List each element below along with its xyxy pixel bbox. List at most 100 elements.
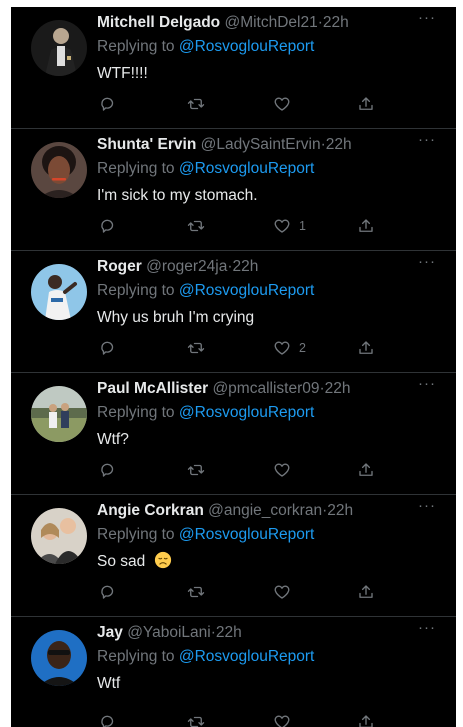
- author-handle[interactable]: @LadySaintErvin: [201, 136, 321, 153]
- share-button[interactable]: [357, 459, 375, 481]
- share-icon: [359, 463, 373, 476]
- avatar[interactable]: [31, 20, 87, 76]
- reply-button[interactable]: [99, 459, 117, 481]
- like-count: 1: [299, 219, 306, 233]
- author-handle[interactable]: @pmcallister09: [212, 380, 319, 397]
- author-name[interactable]: Mitchell Delgado: [97, 14, 220, 31]
- reply-button[interactable]: [99, 711, 117, 727]
- tweet-header: Angie Corkran @angie_corkran·22h: [97, 501, 416, 521]
- replying-to: Replying to @RosvoglouReport: [97, 281, 314, 301]
- retweet-button[interactable]: [187, 581, 205, 603]
- reply-target-link[interactable]: @RosvoglouReport: [179, 526, 315, 543]
- replying-to: Replying to @RosvoglouReport: [97, 525, 314, 545]
- tweet-text: Wtf: [97, 675, 121, 692]
- author-name[interactable]: Roger: [97, 258, 142, 275]
- reply-icon: [101, 463, 114, 477]
- timestamp[interactable]: 22h: [233, 258, 259, 275]
- more-icon[interactable]: ···: [418, 375, 436, 392]
- tweet-text-container: So sad: [97, 551, 172, 573]
- more-icon[interactable]: ···: [418, 619, 436, 636]
- like-button[interactable]: [273, 581, 299, 603]
- tweet-actions: [11, 93, 456, 117]
- author-name[interactable]: Angie Corkran: [97, 502, 204, 519]
- timestamp[interactable]: 22h: [323, 14, 349, 31]
- timestamp[interactable]: 22h: [325, 380, 351, 397]
- avatar[interactable]: [31, 508, 87, 564]
- heart-icon: [274, 585, 290, 599]
- author-name[interactable]: Shunta' Ervin: [97, 136, 196, 153]
- retweet-button[interactable]: [187, 459, 205, 481]
- retweet-icon: [187, 716, 205, 727]
- avatar[interactable]: [31, 142, 87, 198]
- reply-target-link[interactable]: @RosvoglouReport: [179, 38, 315, 55]
- replying-to-label: Replying to: [97, 38, 175, 55]
- retweet-button[interactable]: [187, 215, 205, 237]
- tweet-header: Roger @roger24ja·22h: [97, 257, 416, 277]
- share-button[interactable]: [357, 581, 375, 603]
- reply-target-link[interactable]: @RosvoglouReport: [179, 282, 315, 299]
- retweet-button[interactable]: [187, 337, 205, 359]
- like-button[interactable]: [273, 93, 299, 115]
- author-handle[interactable]: @YaboiLani: [127, 624, 211, 641]
- more-icon[interactable]: ···: [418, 131, 436, 148]
- reply-button[interactable]: [99, 337, 117, 359]
- author-handle[interactable]: @angie_corkran: [208, 502, 322, 519]
- tweet-text: Why us bruh I'm crying: [97, 309, 255, 326]
- share-button[interactable]: [357, 711, 375, 727]
- avatar[interactable]: [31, 264, 87, 320]
- like-button[interactable]: 2: [273, 337, 306, 359]
- timestamp[interactable]: 22h: [216, 624, 242, 641]
- reply-target-link[interactable]: @RosvoglouReport: [179, 160, 315, 177]
- share-icon: [359, 715, 373, 727]
- like-button[interactable]: [273, 459, 299, 481]
- share-button[interactable]: [357, 93, 375, 115]
- replying-to-label: Replying to: [97, 648, 175, 665]
- heart-icon: [274, 97, 290, 111]
- timestamp[interactable]: 22h: [326, 136, 352, 153]
- tweet[interactable]: Angie Corkran @angie_corkran·22h ··· Rep…: [11, 495, 456, 617]
- like-button[interactable]: 1: [273, 215, 306, 237]
- reply-button[interactable]: [99, 93, 117, 115]
- reply-target-link[interactable]: @RosvoglouReport: [179, 404, 315, 421]
- tweet[interactable]: Mitchell Delgado @MitchDel21·22h ··· Rep…: [11, 7, 456, 129]
- tweet-text: I'm sick to my stomach.: [97, 187, 258, 204]
- share-button[interactable]: [357, 337, 375, 359]
- more-icon[interactable]: ···: [418, 497, 436, 514]
- tweet-text: So sad: [97, 553, 146, 570]
- retweet-icon: [187, 586, 205, 598]
- retweet-icon: [187, 464, 205, 476]
- replying-to-label: Replying to: [97, 282, 175, 299]
- heart-icon: [274, 219, 290, 233]
- share-icon: [359, 219, 373, 232]
- retweet-button[interactable]: [187, 711, 205, 727]
- like-count: 2: [299, 341, 306, 355]
- author-name[interactable]: Paul McAllister: [97, 380, 208, 397]
- more-icon[interactable]: ···: [418, 253, 436, 270]
- timestamp[interactable]: 22h: [327, 502, 353, 519]
- heart-icon: [274, 463, 290, 477]
- retweet-icon: [187, 98, 205, 110]
- share-button[interactable]: [357, 215, 375, 237]
- tweet[interactable]: Shunta' Ervin @LadySaintErvin·22h ··· Re…: [11, 129, 456, 251]
- author-name[interactable]: Jay: [97, 624, 123, 641]
- avatar[interactable]: [31, 386, 87, 442]
- tweet[interactable]: Roger @roger24ja·22h ··· Replying to @Ro…: [11, 251, 456, 373]
- like-button[interactable]: [273, 711, 299, 727]
- reply-icon: [101, 715, 114, 727]
- reply-icon: [101, 585, 114, 599]
- tweet-text: WTF!!!!: [97, 65, 148, 82]
- more-icon[interactable]: ···: [418, 9, 436, 26]
- reply-button[interactable]: [99, 215, 117, 237]
- author-handle[interactable]: @MitchDel21: [224, 14, 317, 31]
- tweet[interactable]: Jay @YaboiLani·22h ··· Replying to @Rosv…: [11, 617, 456, 727]
- retweet-button[interactable]: [187, 93, 205, 115]
- share-icon: [359, 341, 373, 354]
- tweet[interactable]: Paul McAllister @pmcallister09·22h ··· R…: [11, 373, 456, 495]
- avatar[interactable]: [31, 630, 87, 686]
- tweet-actions: [11, 711, 456, 727]
- author-handle[interactable]: @roger24ja: [146, 258, 227, 275]
- tweet-header: Paul McAllister @pmcallister09·22h: [97, 379, 416, 399]
- reply-target-link[interactable]: @RosvoglouReport: [179, 648, 315, 665]
- reply-button[interactable]: [99, 581, 117, 603]
- replying-to: Replying to @RosvoglouReport: [97, 37, 314, 57]
